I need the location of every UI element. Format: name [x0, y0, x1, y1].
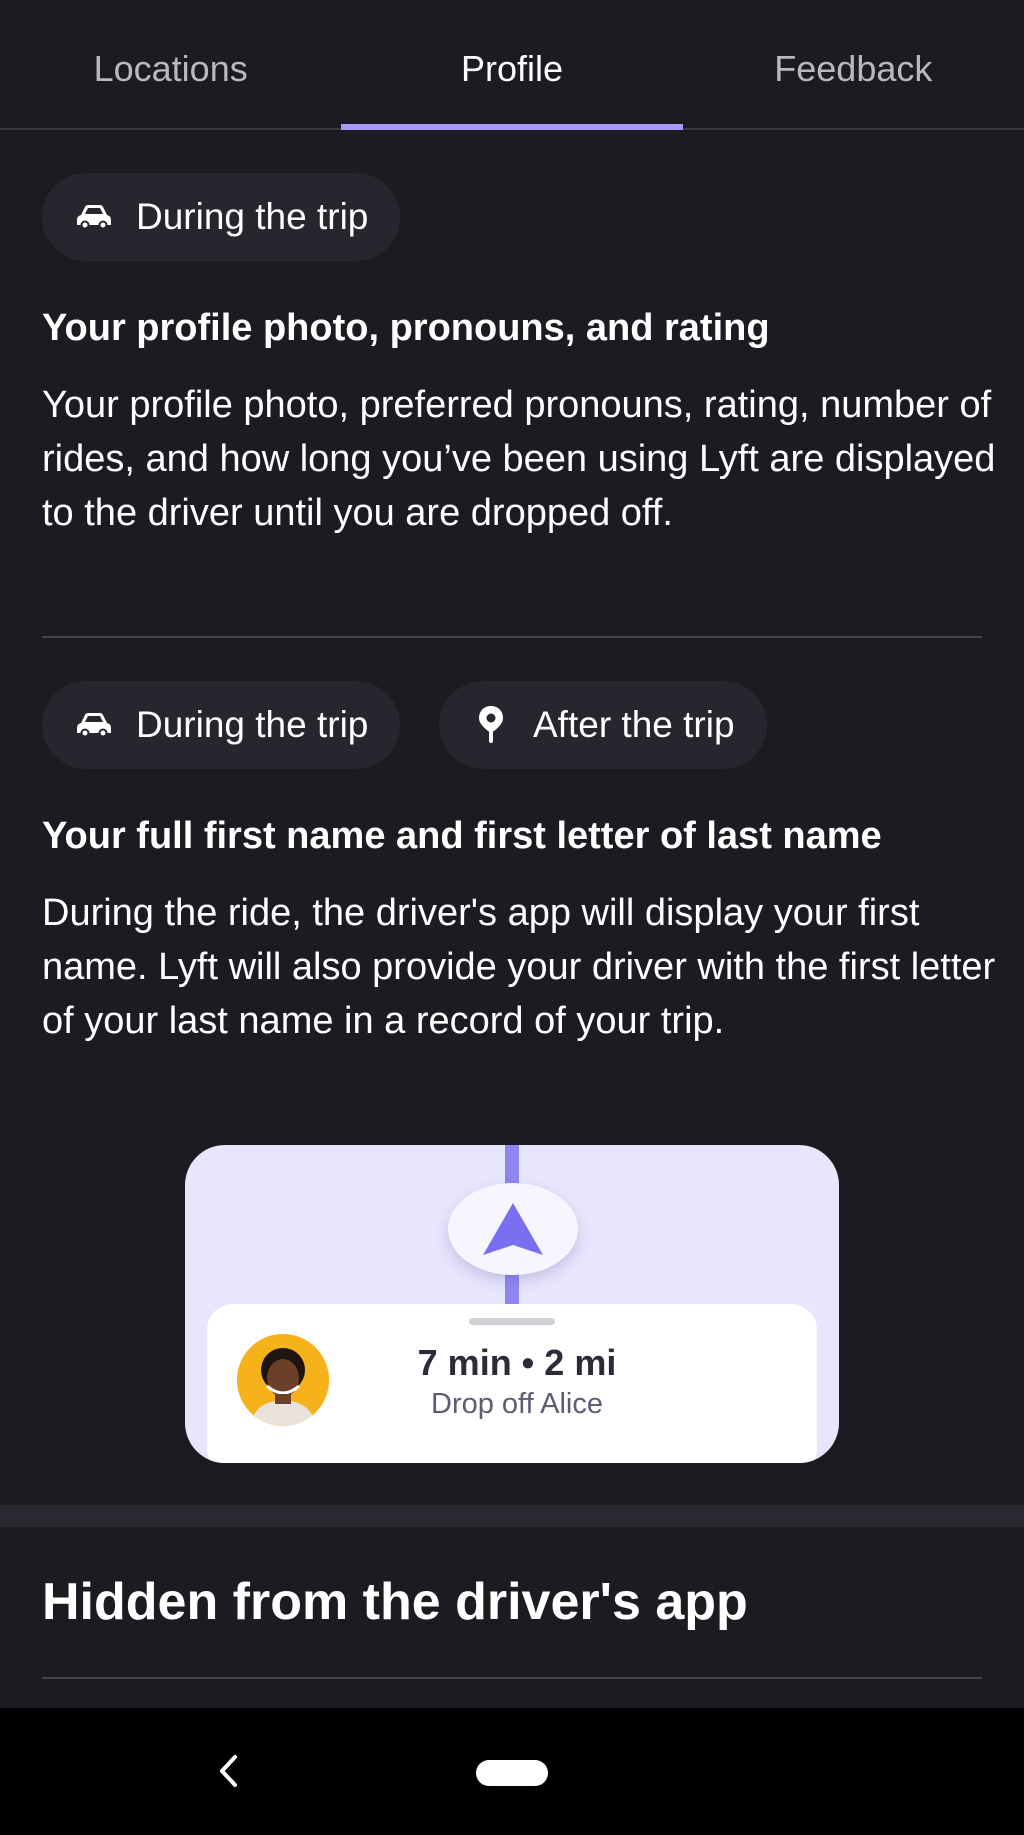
hidden-section-divider: [42, 1677, 982, 1679]
after-trip-chip-label: After the trip: [533, 704, 735, 745]
section-divider: [42, 636, 982, 638]
tab-feedback-label: Feedback: [774, 48, 933, 89]
tab-bar: Locations Profile Feedback: [0, 0, 1024, 130]
trip-illustration: 7 min • 2 mi Drop off Alice: [185, 1145, 839, 1463]
avatar: [237, 1334, 329, 1426]
trip-dropoff-label: Drop off Alice: [431, 1388, 603, 1420]
trip-eta-distance: 7 min • 2 mi: [417, 1342, 617, 1383]
after-trip-chip: After the trip: [439, 681, 767, 769]
tab-feedback[interactable]: Feedback: [683, 0, 1024, 128]
trip-card: 7 min • 2 mi Drop off Alice: [207, 1304, 817, 1463]
section-separator: [0, 1505, 1024, 1527]
profile-photo-description: Your profile photo, preferred pronouns, …: [42, 384, 996, 534]
drag-handle: [469, 1318, 555, 1325]
home-pill-button[interactable]: [476, 1760, 548, 1786]
back-icon[interactable]: [208, 1746, 248, 1796]
during-trip-chip-2: During the trip: [42, 681, 401, 769]
car-icon: [74, 197, 114, 237]
navigation-arrow-icon: [448, 1183, 578, 1275]
during-trip-chip: During the trip: [42, 173, 401, 261]
during-trip-chip-label: During the trip: [136, 704, 369, 745]
during-trip-chip-label: During the trip: [136, 196, 369, 237]
first-name-description: During the ride, the driver's app will d…: [42, 892, 996, 1042]
tab-locations[interactable]: Locations: [0, 0, 341, 128]
tab-profile[interactable]: Profile: [341, 0, 683, 130]
first-name-heading: Your full first name and first letter of…: [42, 815, 882, 857]
car-icon: [74, 705, 114, 745]
system-navigation-bar: [0, 1708, 1024, 1835]
tab-profile-label: Profile: [460, 48, 564, 89]
hidden-section-heading: Hidden from the driver's app: [42, 1573, 748, 1631]
profile-photo-heading: Your profile photo, pronouns, and rating: [42, 307, 770, 349]
location-pin-icon: [471, 705, 511, 745]
tab-locations-label: Locations: [93, 48, 248, 89]
